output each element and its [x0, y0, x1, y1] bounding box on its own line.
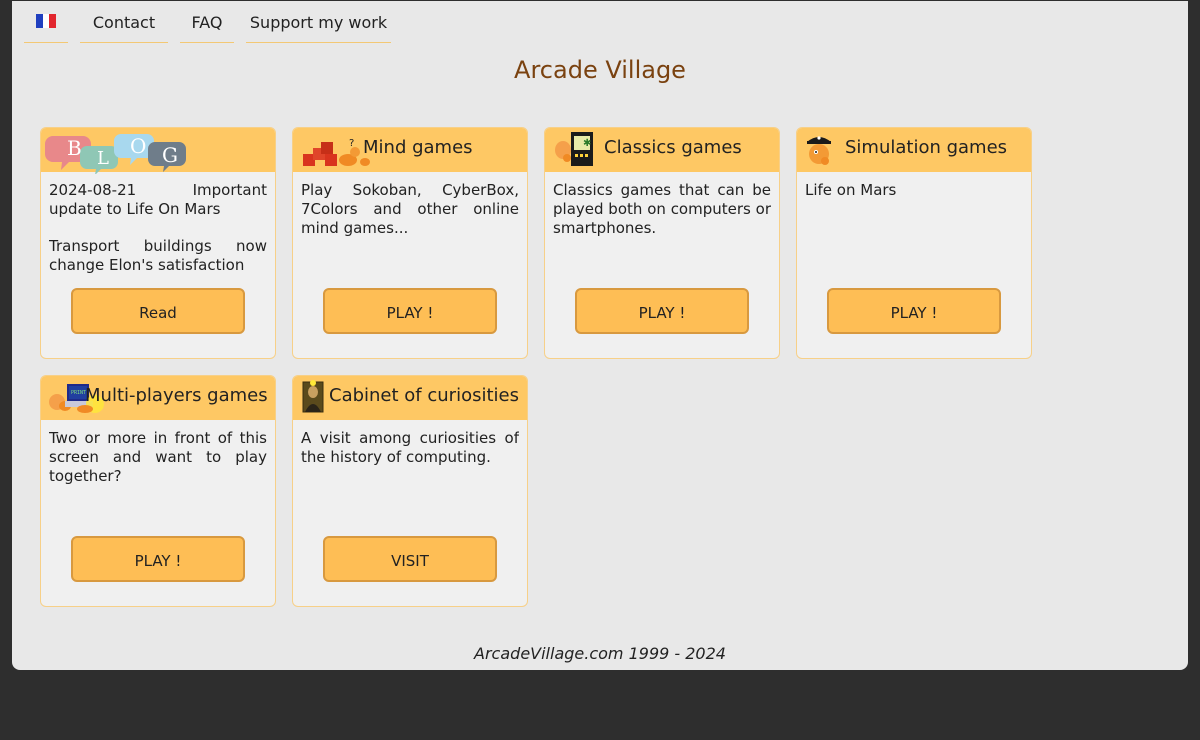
blog-letter: B — [67, 136, 82, 160]
card-title: Simulation games — [845, 137, 1008, 158]
play-button[interactable]: PLAY ! — [575, 288, 749, 334]
svg-text:✱: ✱ — [583, 138, 591, 149]
nav-support[interactable]: Support my work — [246, 10, 391, 43]
game-card: Simulation games Life on Mars PLAY ! — [796, 127, 1032, 359]
game-card: Cabinet of curiosities A visit among cur… — [292, 375, 528, 607]
page: Contact FAQ Support my work Arcade Villa… — [12, 1, 1188, 670]
card-header[interactable]: Simulation games — [797, 128, 1031, 172]
nav-contact[interactable]: Contact — [80, 10, 168, 43]
card-text: Life on Mars — [805, 181, 897, 199]
nav-faq[interactable]: FAQ — [180, 10, 234, 43]
svg-text:?: ? — [349, 138, 354, 149]
game-card: PRINT Multi-players games Two or more in… — [40, 375, 276, 607]
read-button[interactable]: Read — [71, 288, 245, 334]
card-text: Play Sokoban, CyberBox, 7Colors and othe… — [301, 181, 519, 237]
card-title: Multi-players games — [85, 385, 268, 406]
game-card: ? Mind games Play Sokoban, CyberBox, 7Co… — [292, 127, 528, 359]
play-button[interactable]: PLAY ! — [323, 288, 497, 334]
card-title: Mind games — [363, 137, 473, 158]
blog-post-excerpt: Transport buildings now change Elon's sa… — [49, 237, 267, 273]
card-title: Cabinet of curiosities — [329, 385, 519, 406]
visit-button[interactable]: VISIT — [323, 536, 497, 582]
blog-bubbles-icon: B L O G — [41, 128, 201, 174]
card-header[interactable]: ? Mind games — [293, 128, 527, 172]
game-card: ✱ Classics games Classics games that can… — [544, 127, 780, 359]
blog-letter: O — [130, 134, 146, 158]
card-header[interactable]: PRINT Multi-players games — [41, 376, 275, 420]
puzzle-blocks-icon: ? — [293, 128, 373, 172]
arcade-cabinet-icon: ✱ — [545, 128, 601, 172]
footer: ArcadeVillage.com 1999 - 2024 — [474, 644, 726, 663]
french-flag-icon — [36, 14, 56, 28]
blog-letter: G — [162, 143, 178, 167]
card-text: A visit among curiosities of the history… — [301, 429, 519, 466]
site-title: Arcade Village — [514, 56, 686, 84]
card-header[interactable]: Cabinet of curiosities — [293, 376, 527, 420]
card-text: 2024-08-21 Important update to Life On M… — [49, 181, 267, 273]
blog-letter: L — [97, 148, 109, 169]
language-switch[interactable] — [24, 10, 68, 43]
pirate-mascot-icon — [797, 128, 841, 172]
card-title: Classics games — [604, 137, 742, 158]
card-text: Two or more in front of this screen and … — [49, 429, 267, 485]
mona-lisa-icon — [293, 376, 329, 420]
card-header[interactable]: B L O G — [41, 128, 275, 174]
svg-text:PRINT: PRINT — [71, 390, 86, 396]
blog-card: B L O G 2024-08-21 Important update to L… — [40, 127, 276, 359]
blog-post-title[interactable]: 2024-08-21 Important update to Life On M… — [49, 181, 267, 219]
card-header[interactable]: ✱ Classics games — [545, 128, 779, 172]
play-button[interactable]: PLAY ! — [71, 536, 245, 582]
card-text: Classics games that can be played both o… — [553, 181, 771, 237]
play-button[interactable]: PLAY ! — [827, 288, 1001, 334]
